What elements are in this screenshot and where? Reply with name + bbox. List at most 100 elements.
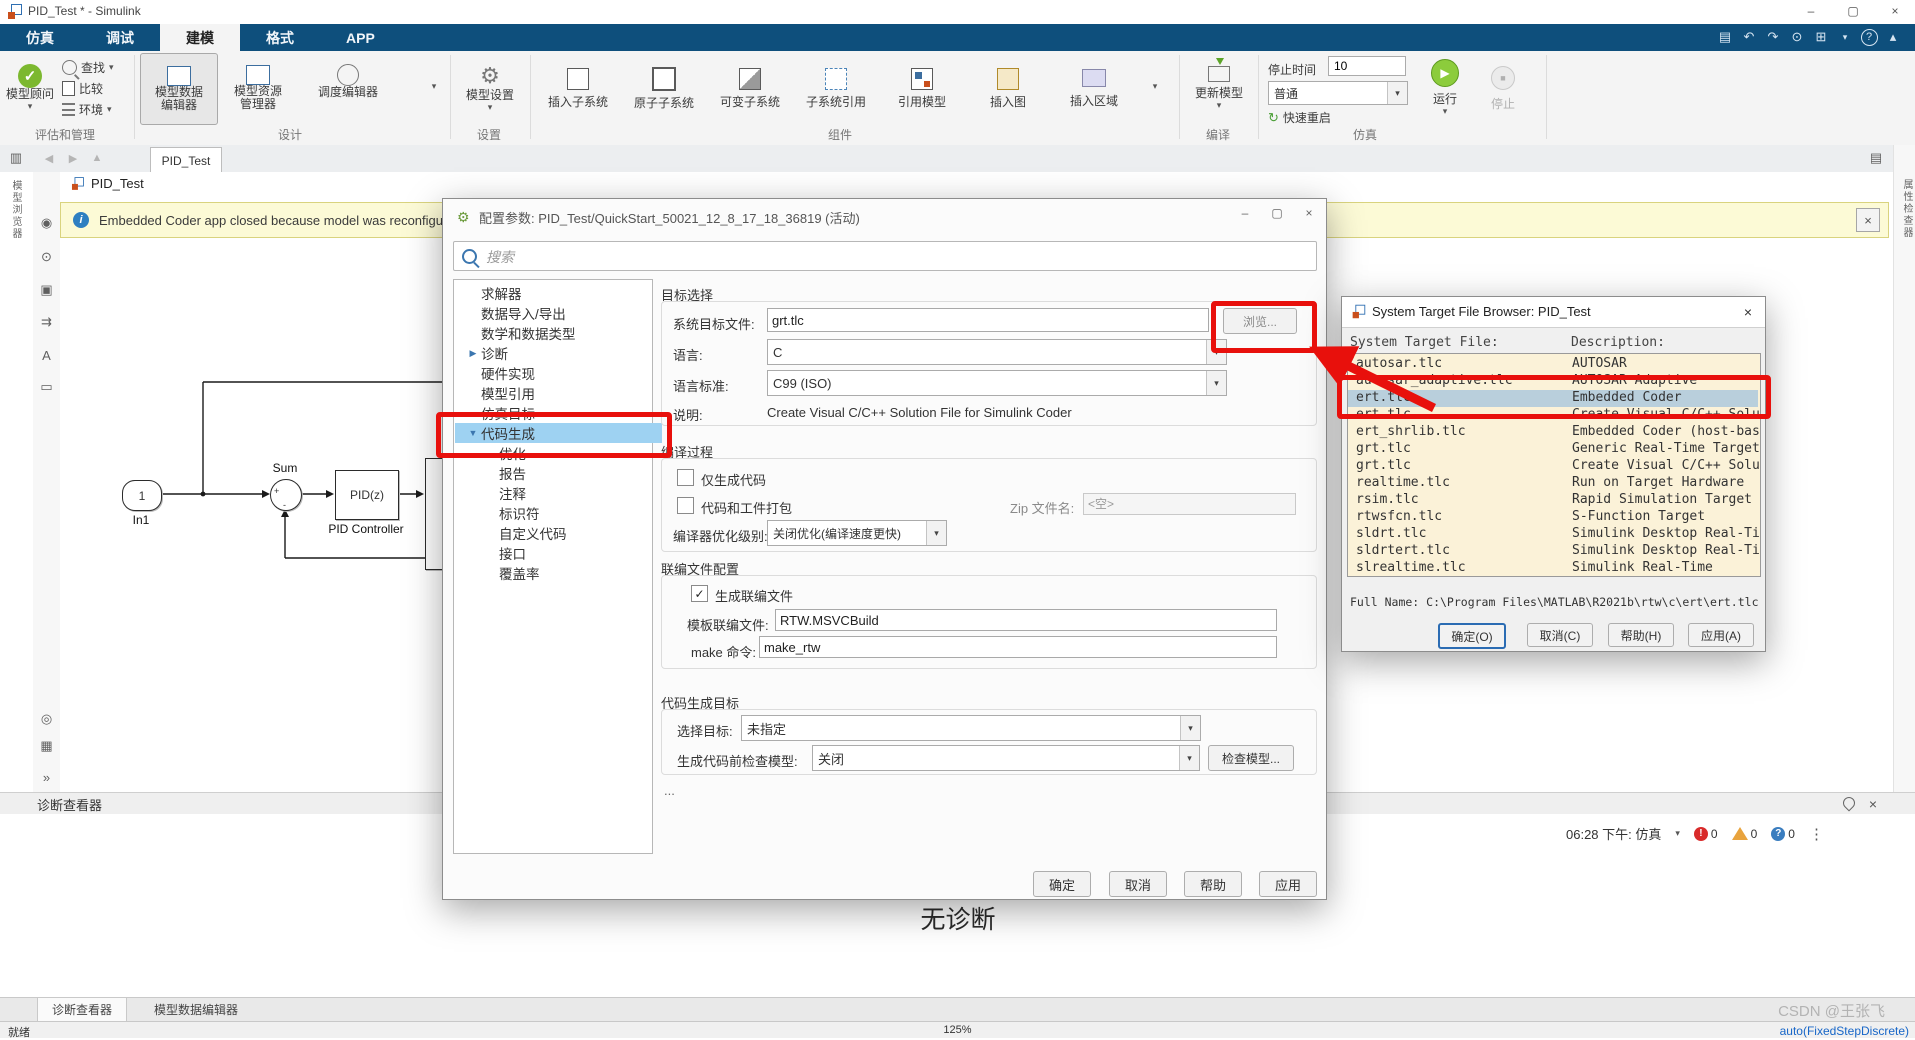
tree-item-report[interactable]: 报告 (455, 463, 694, 483)
sum-block[interactable]: + - (270, 479, 302, 511)
redo-icon[interactable]: ↷ (1761, 25, 1785, 49)
tab-modeling[interactable]: 建模 (160, 24, 240, 51)
insert-area-button[interactable]: 插入区域 (1053, 53, 1135, 123)
close-icon[interactable]: × (1295, 201, 1323, 225)
compare-button[interactable]: 比较 (62, 80, 103, 97)
list-item[interactable]: sldrt.tlcSimulink Desktop Real-Tim (1348, 526, 1758, 543)
generate-makefile-checkbox[interactable]: ✓ (691, 585, 708, 602)
subsystem-reference-button[interactable]: 子系统引用 (795, 53, 877, 123)
ok-button[interactable]: 确定(O) (1438, 623, 1506, 649)
fast-restart-button[interactable]: ↻ 快速重启 (1268, 109, 1331, 126)
ok-button[interactable]: 确定 (1033, 871, 1091, 897)
tree-item-comments[interactable]: 注释 (455, 483, 694, 503)
close-icon[interactable]: × (1737, 301, 1759, 323)
check-model-button[interactable]: 检查模型... (1208, 745, 1294, 771)
property-inspector-vertical-tab[interactable]: 属性检查器 (1899, 179, 1914, 239)
up-icon[interactable]: ▲ (88, 150, 106, 166)
list-item[interactable]: rtwsfcn.tlcS-Function Target (1348, 509, 1758, 526)
simulation-mode-combo[interactable]: 普通 ▾ (1268, 81, 1408, 105)
list-item[interactable]: rsim.tlcRapid Simulation Target (1348, 492, 1758, 509)
model-browser-toggle-icon[interactable]: ▥ (6, 148, 26, 168)
split-view-icon[interactable]: ▤ (1865, 148, 1887, 168)
hide-browser-icon[interactable]: ◉ (33, 210, 60, 236)
select-target-combo[interactable]: 未指定 ▾ (741, 715, 1201, 741)
list-item[interactable]: grt.tlcGeneric Real-Time Target (1348, 441, 1758, 458)
compiler-optimization-combo[interactable]: 关闭优化(编译速度更快) ▾ (767, 520, 947, 546)
template-makefile-input[interactable] (775, 609, 1277, 631)
design-overflow-icon[interactable]: ▾ (424, 81, 444, 92)
model-data-editor-button[interactable]: 模型数据 编辑器 (140, 53, 218, 125)
variant-subsystem-button[interactable]: 可变子系统 (709, 53, 791, 123)
tree-item-hardware[interactable]: 硬件实现 (455, 363, 676, 383)
pid-block[interactable]: PID(z) (335, 470, 399, 520)
tab-apps[interactable]: APP (320, 24, 401, 51)
tree-item-math-datatypes[interactable]: 数学和数据类型 (455, 323, 676, 343)
minimize-icon[interactable]: – (1231, 201, 1259, 225)
list-item[interactable]: realtime.tlcRun on Target Hardware (1348, 475, 1758, 492)
schedule-editor-button[interactable]: 调度编辑器 (300, 53, 396, 123)
save-icon[interactable]: ▤ (1713, 25, 1737, 49)
tab-debug[interactable]: 调试 (80, 24, 160, 51)
info-badge[interactable]: ? 0 (1771, 827, 1795, 841)
tree-item-solver[interactable]: 求解器 (455, 283, 676, 303)
tree-item-coverage[interactable]: 覆盖率 (455, 563, 694, 583)
components-overflow-icon[interactable]: ▾ (1145, 81, 1165, 92)
help-icon[interactable]: ? (1861, 29, 1878, 46)
reference-model-button[interactable]: 引用模型 (881, 53, 963, 123)
package-code-checkbox[interactable] (677, 497, 694, 514)
tree-item-model-ref[interactable]: 模型引用 (455, 383, 676, 403)
make-command-input[interactable] (759, 636, 1277, 658)
model-advisor-button[interactable]: ✓ 模型顾问 ▾ (4, 53, 56, 123)
check-model-combo[interactable]: 关闭 ▾ (812, 745, 1200, 771)
search-box[interactable]: 搜索 (453, 241, 1317, 271)
tab-simulation[interactable]: 仿真 (0, 24, 80, 51)
chevron-down-icon[interactable]: ▾ (1675, 828, 1680, 839)
more-options-icon[interactable]: ⋮ (1809, 825, 1824, 843)
back-icon[interactable]: ◀ (40, 150, 58, 166)
pin-icon[interactable] (1841, 795, 1858, 812)
maximize-button[interactable]: ▢ (1833, 0, 1873, 22)
maximize-icon[interactable]: ▢ (1263, 201, 1291, 225)
forward-icon[interactable]: ▶ (64, 150, 82, 166)
list-item[interactable]: sldrtert.tlcSimulink Desktop Real-Tim (1348, 543, 1758, 560)
annotation-icon[interactable]: A (33, 342, 60, 368)
cancel-button[interactable]: 取消 (1109, 871, 1167, 897)
model-explorer-button[interactable]: 模型资源 管理器 (220, 53, 296, 123)
document-tab[interactable]: PID_Test (150, 147, 222, 173)
warning-badge[interactable]: 0 (1732, 827, 1758, 841)
tab-model-data-editor[interactable]: 模型数据编辑器 (140, 998, 252, 1021)
undo-icon[interactable]: ↶ (1737, 25, 1761, 49)
fit-view-icon[interactable]: ▣ (33, 277, 60, 303)
stop-time-input[interactable] (1328, 56, 1406, 76)
expand-tools-icon[interactable]: » (33, 764, 60, 790)
model-settings-button[interactable]: ⚙ 模型设置 ▾ (456, 53, 524, 123)
inport-block[interactable]: 1 (122, 480, 162, 511)
find-button[interactable]: 查找 ▾ (62, 59, 114, 76)
breadcrumb[interactable]: PID_Test (70, 176, 144, 191)
tree-item-interface[interactable]: 接口 (455, 543, 694, 563)
tab-format[interactable]: 格式 (240, 24, 320, 51)
minimize-button[interactable]: – (1791, 0, 1831, 22)
apply-button[interactable]: 应用 (1259, 871, 1317, 897)
language-combo[interactable]: C ▾ (767, 339, 1227, 365)
error-badge[interactable]: ! 0 (1694, 827, 1718, 841)
layout-icon[interactable]: ⊞ (1809, 25, 1833, 49)
close-notification-icon[interactable]: × (1856, 208, 1880, 232)
toolbar-dropdown-icon[interactable]: ▾ (1833, 25, 1857, 49)
zoom-icon[interactable]: ⊙ (1785, 25, 1809, 49)
zoom-tool-icon[interactable]: ⊙ (33, 244, 60, 270)
apply-button[interactable]: 应用(A) (1688, 623, 1754, 647)
update-model-button[interactable]: 更新模型 ▾ (1185, 53, 1253, 123)
list-item[interactable]: slrealtime.tlcSimulink Real-Time (1348, 560, 1758, 577)
generate-code-only-checkbox[interactable] (677, 469, 694, 486)
collapse-ribbon-icon[interactable]: ▴ (1881, 25, 1905, 49)
tree-item-custom-code[interactable]: 自定义代码 (455, 523, 694, 543)
close-button[interactable]: × (1875, 0, 1915, 22)
insert-subsystem-button[interactable]: 插入子系统 (537, 53, 619, 123)
help-button[interactable]: 帮助 (1184, 871, 1242, 897)
area-tool-icon[interactable]: ▭ (33, 374, 60, 400)
tree-item-identifiers[interactable]: 标识符 (455, 503, 694, 523)
insert-chart-button[interactable]: 插入图 (967, 53, 1049, 123)
data-view-icon[interactable]: ▦ (33, 733, 60, 759)
run-button[interactable]: ▶ 运行 ▾ (1420, 53, 1470, 123)
